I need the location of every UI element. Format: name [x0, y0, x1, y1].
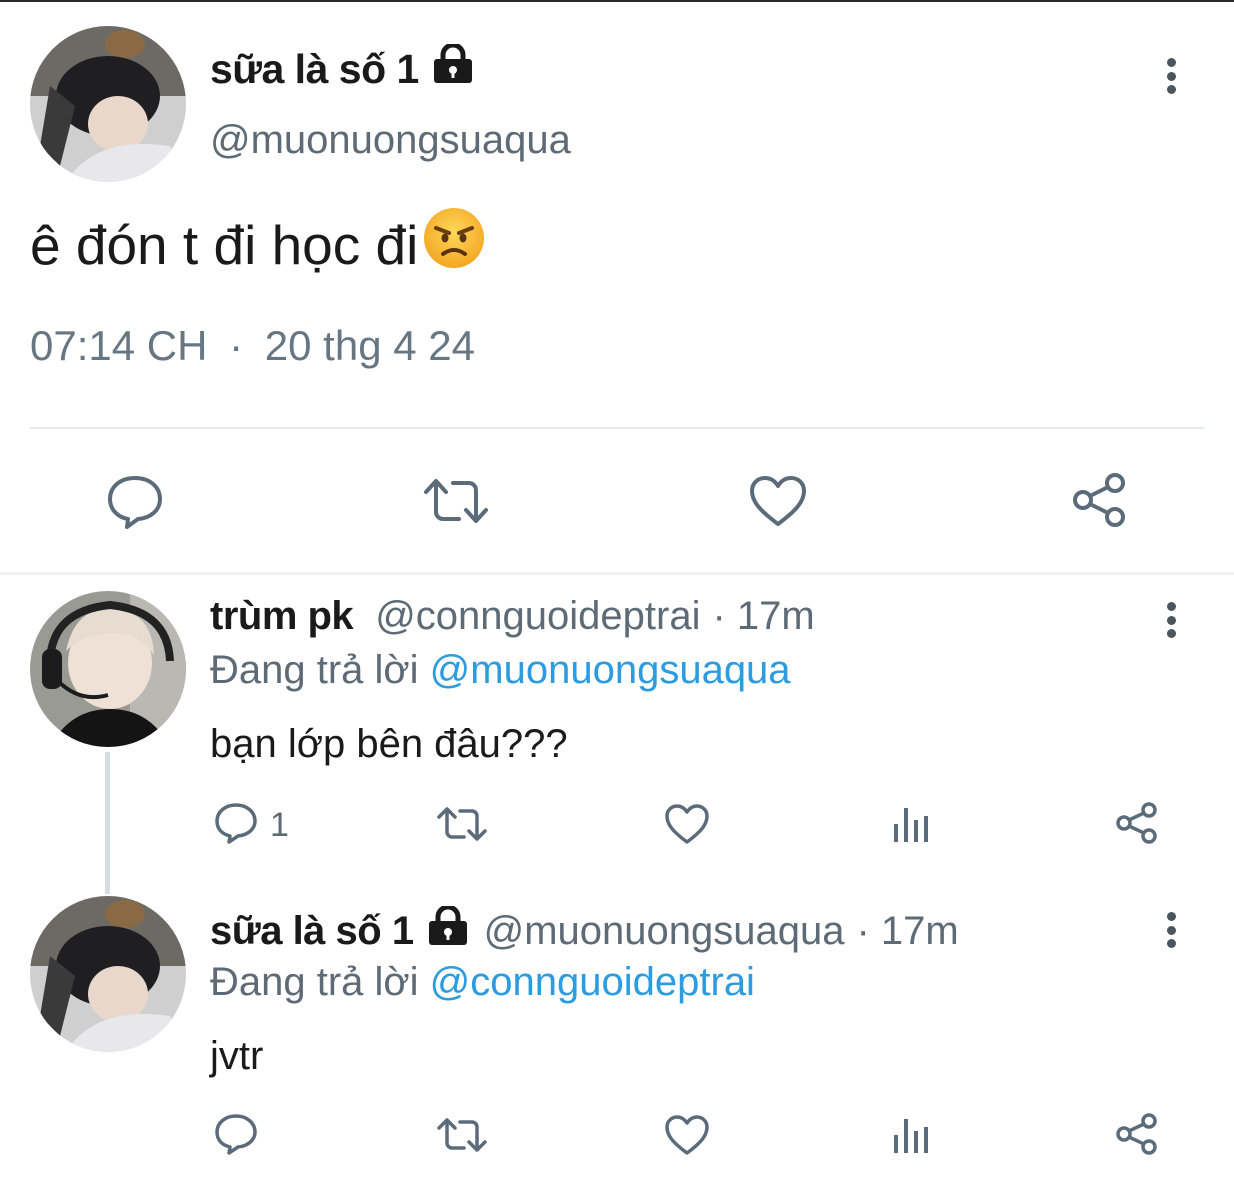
lock-icon: [426, 904, 470, 956]
share-button[interactable]: [1114, 1112, 1160, 1161]
share-icon: [1071, 472, 1129, 533]
analytics-icon: [893, 806, 931, 849]
retweet-icon: [437, 805, 487, 848]
reply-icon: [214, 1113, 258, 1160]
share-icon: [1114, 801, 1160, 850]
like-button[interactable]: [664, 803, 710, 850]
retweet-icon: [423, 476, 489, 531]
reply-avatar[interactable]: [30, 591, 186, 747]
reply-icon: [106, 474, 164, 535]
analytics-button[interactable]: [893, 806, 931, 849]
angry-face-emoji-icon: [422, 206, 486, 283]
reply-avatar[interactable]: [30, 896, 186, 1052]
tweet-timestamp[interactable]: 07:14 CH · 20 thg 4 24: [30, 322, 475, 370]
more-options-icon[interactable]: [1159, 52, 1183, 100]
display-name[interactable]: sữa là số 1: [210, 42, 475, 94]
share-button[interactable]: [1071, 472, 1129, 533]
heart-icon: [664, 803, 710, 850]
replying-to: Đang trả lời @connguoideptrai: [210, 960, 755, 1005]
user-handle[interactable]: @muonuongsuaqua: [210, 118, 571, 163]
more-options-icon[interactable]: [1159, 906, 1183, 954]
reply-text: jvtr: [210, 1034, 264, 1078]
like-button[interactable]: [749, 475, 807, 532]
tweet-time: 07:14 CH: [30, 322, 208, 369]
divider: [30, 427, 1204, 429]
reply-header: sữa là số 1 @muonuongsuaqua · 17m: [210, 904, 959, 956]
reply-handle[interactable]: @muonuongsuaqua: [484, 909, 845, 954]
section-divider: [0, 572, 1234, 575]
reply-count: 1: [270, 806, 289, 844]
reply-display-name[interactable]: sữa là số 1: [210, 909, 414, 954]
analytics-icon: [893, 1117, 931, 1160]
retweet-button[interactable]: [437, 1116, 487, 1159]
top-border: [0, 0, 1234, 2]
avatar[interactable]: [30, 26, 186, 182]
replying-mention-link[interactable]: @connguoideptrai: [430, 960, 755, 1004]
reply-time: · 17m: [712, 594, 815, 638]
replying-label: Đang trả lời: [210, 648, 419, 692]
reply-button[interactable]: [214, 1113, 258, 1160]
meta-separator: ·: [229, 322, 244, 369]
share-icon: [1114, 1112, 1160, 1161]
reply-time: · 17m: [856, 908, 959, 953]
reply-text: bạn lớp bên đâu???: [210, 722, 568, 766]
tweet-text-content: ê đón t đi học đi: [30, 213, 419, 276]
like-button[interactable]: [664, 1114, 710, 1161]
display-name-text: sữa là số 1: [210, 45, 419, 92]
reply-handle[interactable]: @connguoideptrai: [375, 594, 700, 639]
replying-to: Đang trả lời @muonuongsuaqua: [210, 648, 791, 693]
reply-display-name[interactable]: trùm pk: [210, 594, 354, 639]
heart-icon: [749, 475, 807, 532]
share-button[interactable]: [1114, 801, 1160, 850]
retweet-button[interactable]: [423, 476, 489, 531]
lock-icon: [431, 42, 475, 94]
analytics-button[interactable]: [893, 1117, 931, 1160]
retweet-button[interactable]: [437, 805, 487, 848]
retweet-icon: [437, 1116, 487, 1159]
heart-icon: [664, 1114, 710, 1161]
replying-label: Đang trả lời: [210, 960, 419, 1004]
reply-button[interactable]: [106, 474, 164, 535]
thread-connector: [105, 752, 110, 894]
replying-mention-link[interactable]: @muonuongsuaqua: [430, 648, 791, 692]
tweet-text: ê đón t đi học đi: [30, 206, 486, 283]
more-options-icon[interactable]: [1159, 596, 1183, 644]
reply-header: trùm pk @connguoideptrai · 17m: [210, 594, 815, 639]
tweet-date: 20 thg 4 24: [264, 322, 475, 369]
reply-button[interactable]: 1: [214, 802, 289, 849]
reply-icon: [214, 802, 258, 849]
